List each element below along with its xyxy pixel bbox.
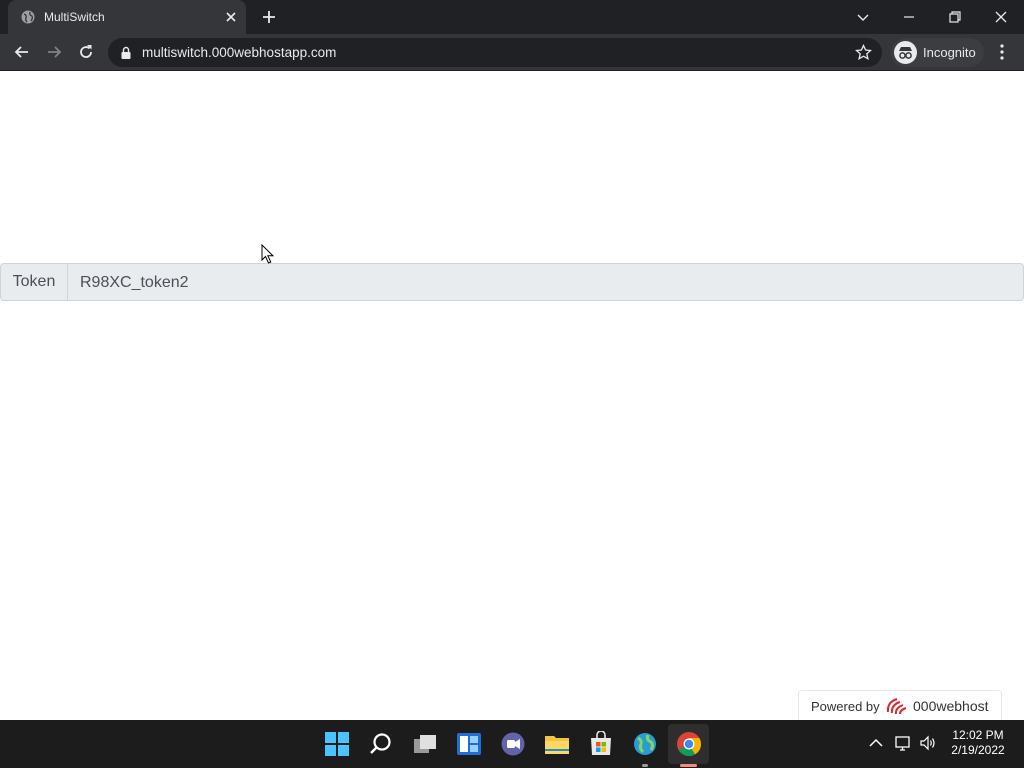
- widgets-icon[interactable]: [456, 731, 482, 757]
- new-tab-icon[interactable]: [261, 9, 277, 25]
- mouse-cursor-icon: [261, 244, 275, 264]
- restore-icon[interactable]: [945, 7, 965, 27]
- close-window-icon[interactable]: [991, 7, 1011, 27]
- search-icon[interactable]: [368, 731, 394, 757]
- tab-search-icon[interactable]: [853, 7, 873, 27]
- microsoft-store-icon[interactable]: [588, 731, 614, 757]
- browser-menu-icon[interactable]: [996, 43, 1008, 61]
- browser-tab[interactable]: MultiSwitch: [8, 0, 246, 34]
- 000webhost-logo-icon: [886, 698, 907, 715]
- powered-by-text: Powered by: [811, 699, 880, 714]
- globe-app-icon[interactable]: [632, 731, 658, 757]
- address-bar[interactable]: multiswitch.000webhostapp.com: [108, 38, 882, 67]
- bookmark-star-icon[interactable]: [855, 44, 872, 61]
- file-explorer-icon[interactable]: [544, 731, 570, 757]
- lock-icon[interactable]: [120, 46, 132, 60]
- incognito-indicator[interactable]: Incognito: [891, 38, 984, 67]
- host-name: 000webhost: [913, 698, 989, 714]
- volume-icon[interactable]: [919, 734, 937, 752]
- token-label: Token: [1, 264, 68, 300]
- clock-time: 12:02 PM: [952, 728, 1004, 742]
- back-icon[interactable]: [13, 43, 31, 61]
- chrome-icon[interactable]: [676, 731, 702, 757]
- url-text[interactable]: multiswitch.000webhostapp.com: [142, 45, 336, 60]
- running-indicator: [642, 764, 648, 767]
- teams-chat-icon[interactable]: [500, 731, 526, 757]
- globe-icon: [21, 10, 35, 24]
- browser-toolbar: multiswitch.000webhostapp.com Incognito: [0, 34, 1024, 71]
- forward-icon[interactable]: [45, 43, 63, 61]
- task-view-icon[interactable]: [412, 731, 438, 757]
- close-tab-icon[interactable]: [223, 9, 239, 25]
- minimize-icon[interactable]: [899, 7, 919, 27]
- active-indicator: [680, 764, 697, 767]
- incognito-label: Incognito: [923, 45, 976, 60]
- browser-titlebar: MultiSwitch: [0, 0, 1024, 34]
- incognito-icon: [894, 41, 917, 64]
- tab-title: MultiSwitch: [44, 10, 105, 24]
- windows-taskbar: 12:02 PM 2/19/2022: [0, 720, 1024, 768]
- reload-icon[interactable]: [77, 43, 95, 61]
- windows-start-icon[interactable]: [324, 731, 350, 757]
- network-icon[interactable]: [894, 734, 912, 752]
- show-hidden-icons-icon[interactable]: [867, 734, 885, 752]
- powered-by-badge[interactable]: Powered by 000webhost: [798, 690, 1002, 720]
- token-input-group: Token R98XC_token2: [0, 263, 1024, 301]
- clock-date: 2/19/2022: [951, 743, 1005, 757]
- token-field[interactable]: R98XC_token2: [80, 264, 189, 300]
- system-clock[interactable]: 12:02 PM 2/19/2022: [946, 728, 1010, 758]
